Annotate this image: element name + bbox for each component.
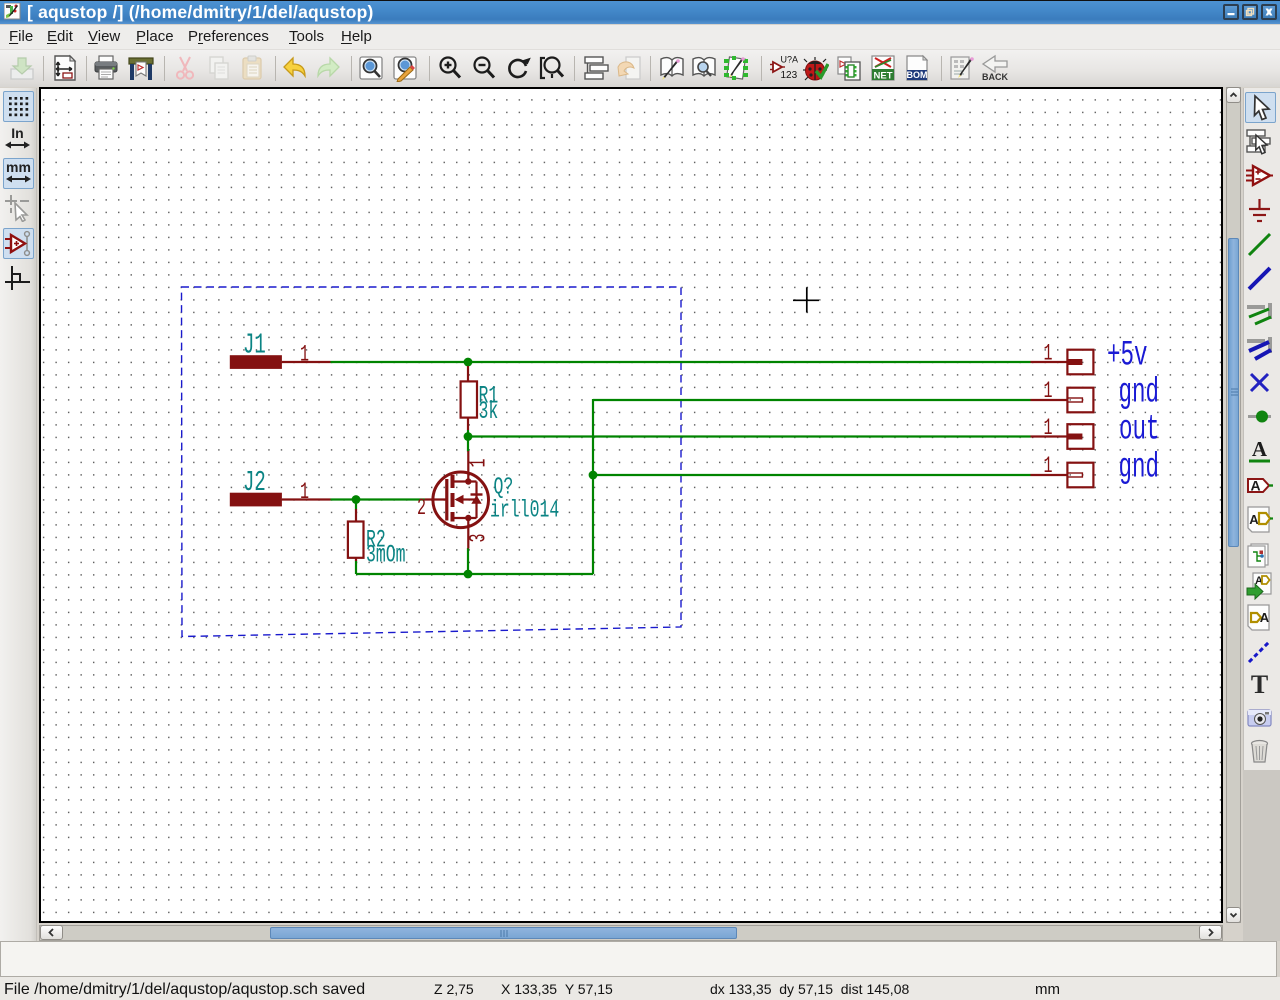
svg-text:gnd: gnd <box>1119 448 1159 487</box>
svg-text:123: 123 <box>781 70 798 81</box>
svg-text:1: 1 <box>1044 453 1053 479</box>
svg-text:A: A <box>1252 437 1268 461</box>
svg-text:1: 1 <box>1044 378 1053 404</box>
svg-text:T: T <box>1251 670 1268 699</box>
svg-text:irll014: irll014 <box>490 498 559 525</box>
svg-text:J1: J1 <box>243 330 266 362</box>
svg-text:3mOm: 3mOm <box>366 541 406 569</box>
svg-text:In: In <box>11 125 23 141</box>
svg-text:1: 1 <box>1044 340 1053 366</box>
svg-text:3: 3 <box>465 534 491 543</box>
svg-text:mm: mm <box>6 159 31 175</box>
svg-text:1: 1 <box>300 479 309 505</box>
svg-text:gnd: gnd <box>1119 373 1159 412</box>
svg-text:1: 1 <box>465 459 491 468</box>
svg-text:+5v: +5v <box>1107 336 1147 375</box>
svg-text:U?A: U?A <box>781 55 799 65</box>
svg-text:A: A <box>1249 512 1259 527</box>
svg-text:3k: 3k <box>479 398 499 426</box>
svg-text:A: A <box>1260 610 1270 625</box>
svg-text:1: 1 <box>1044 415 1053 441</box>
svg-text:out: out <box>1119 410 1159 449</box>
svg-text:2: 2 <box>417 495 426 521</box>
svg-text:NET: NET <box>874 71 893 82</box>
svg-text:A: A <box>1250 478 1260 494</box>
svg-text:J2: J2 <box>243 468 266 500</box>
svg-text:BACK: BACK <box>982 72 1008 82</box>
svg-text:1: 1 <box>300 341 309 367</box>
svg-text:BOM: BOM <box>907 70 928 80</box>
